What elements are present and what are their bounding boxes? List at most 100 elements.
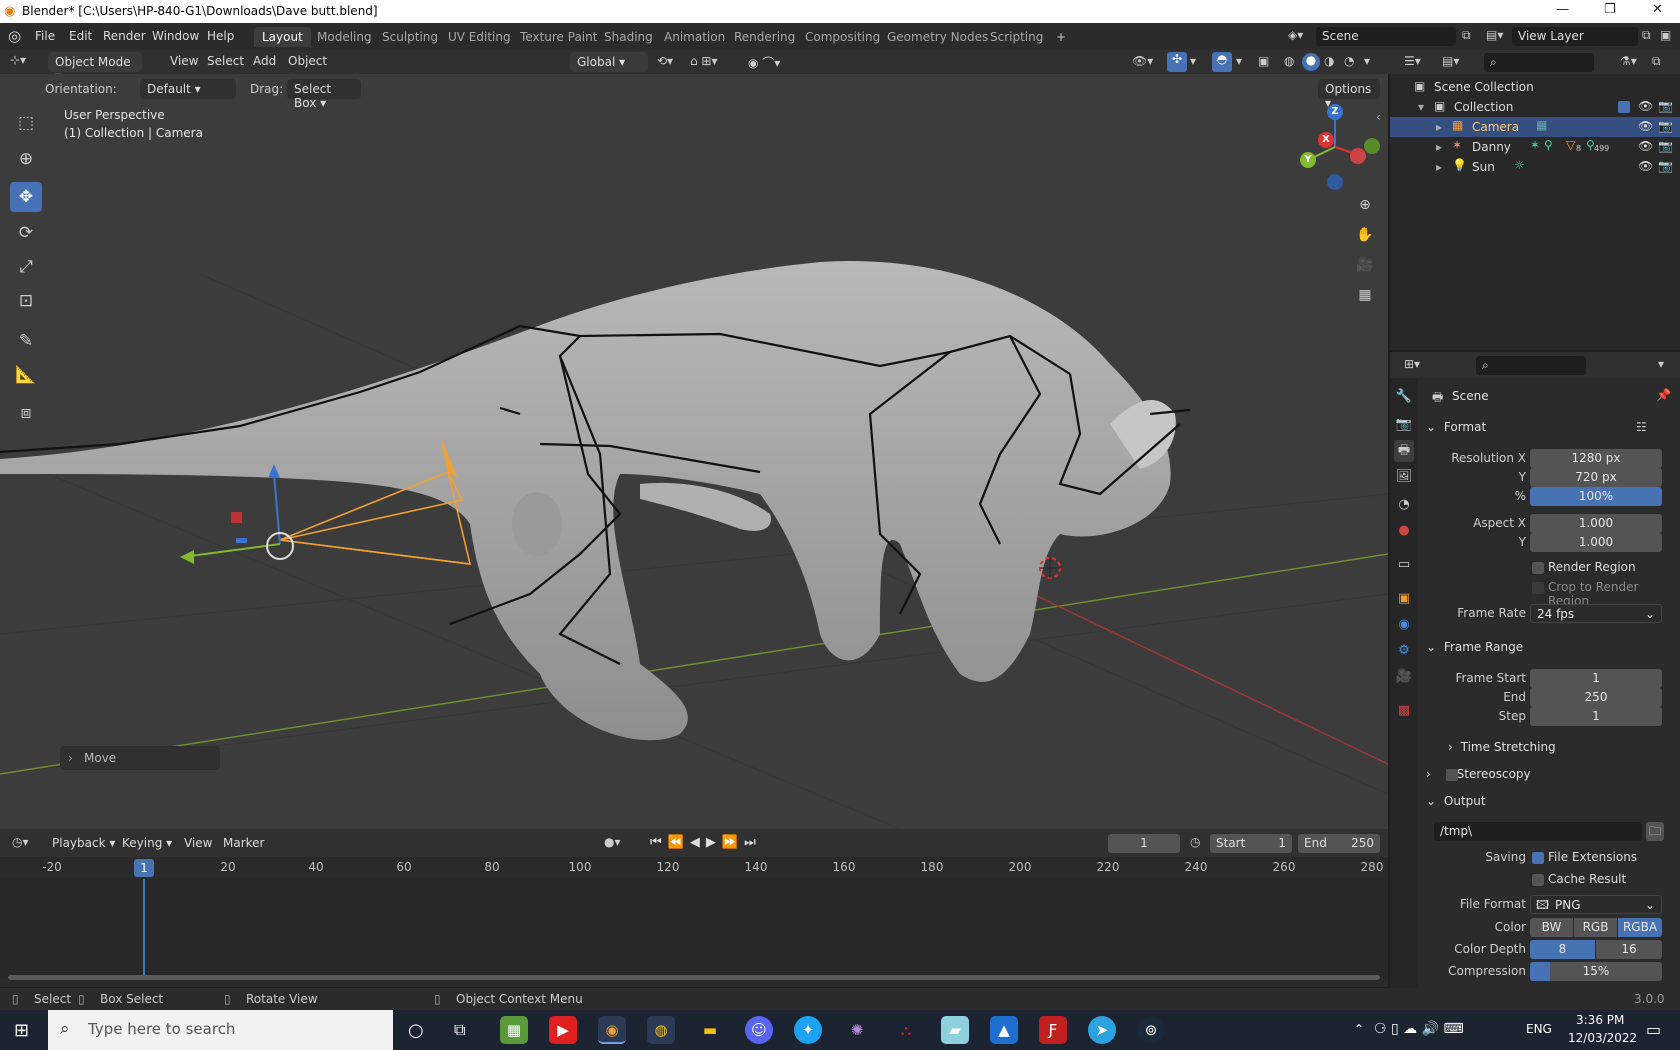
render-camera-icon[interactable]: 📷 <box>1658 139 1673 153</box>
ortho-grid-icon[interactable]: ▦ <box>1352 282 1378 308</box>
object-tab-icon[interactable]: ▣ <box>1394 588 1414 610</box>
scene-new-icon[interactable]: ⧉ <box>1462 28 1471 43</box>
menu-render[interactable]: Render <box>103 29 146 43</box>
constraint-tab-icon[interactable]: ⚙ <box>1394 640 1414 662</box>
properties-editor-icon[interactable]: ⊞▾ <box>1404 357 1420 371</box>
menu-edit[interactable]: Edit <box>69 29 92 43</box>
tab-geometry-nodes[interactable]: Geometry Nodes <box>879 27 996 47</box>
scene-field[interactable]: Scene <box>1316 27 1456 46</box>
timeline-scrollbar[interactable] <box>8 975 1380 980</box>
transform-orientation-dropdown[interactable]: Global ▾ <box>570 52 648 72</box>
playback-controls[interactable]: ⏮⏪◀▶⏩⏭ <box>650 835 762 850</box>
display-mode-icon[interactable]: ▤▾ <box>1442 54 1459 68</box>
wireframe-shading-icon[interactable]: ◍ <box>1284 54 1294 68</box>
collection-checkbox[interactable] <box>1618 101 1630 113</box>
output-panel-header[interactable]: ⌄ Output <box>1426 794 1674 808</box>
mode-dropdown[interactable]: Object Mode ▾ <box>48 52 142 83</box>
menu-window[interactable]: Window <box>152 29 199 43</box>
depth-8-button[interactable]: 8 <box>1530 940 1595 959</box>
render-region-checkbox[interactable] <box>1532 562 1544 574</box>
gizmo-neg-y-axis[interactable] <box>1364 138 1380 154</box>
overlay-dropdown-icon[interactable]: ▾ <box>1236 54 1242 68</box>
output-path-field[interactable]: /tmp\ <box>1434 822 1642 841</box>
eye-icon[interactable]: 👁 <box>1638 139 1653 153</box>
viewlayer-new-icon[interactable]: ⧉ <box>1642 28 1651 43</box>
time-stretching-subpanel[interactable]: › Time Stretching <box>1448 740 1668 754</box>
outliner-row-scene-collection[interactable]: ▣ Scene Collection <box>1390 77 1680 97</box>
photos-icon[interactable]: ▲ <box>990 1016 1018 1044</box>
taskbar-search[interactable]: ⌕ Type here to search <box>48 1010 393 1050</box>
maximize-icon[interactable]: ❐ <box>1604 2 1616 17</box>
clock-date[interactable]: 12/03/2022 <box>1568 1031 1637 1045</box>
playhead-frame[interactable]: 1 <box>134 859 154 877</box>
menu-object[interactable]: Object <box>288 54 327 68</box>
menu-marker[interactable]: Marker <box>223 836 264 850</box>
creature-mesh[interactable] <box>0 260 1176 741</box>
cache-result-checkbox[interactable] <box>1532 874 1544 886</box>
tray-icons[interactable]: ⚆ ▯ ☁ 🔊 ⌨ <box>1374 1021 1464 1037</box>
pan-hand-icon[interactable]: ✋ <box>1352 222 1378 248</box>
end-frame-field[interactable]: End 250 <box>1298 834 1380 853</box>
rotate-tool-icon[interactable]: ⟳ <box>10 218 42 248</box>
menu-timeline-view[interactable]: View <box>184 836 212 850</box>
current-frame-field[interactable]: 1 <box>1108 834 1180 853</box>
notification-icon[interactable]: ▭ <box>1646 1020 1661 1039</box>
outliner-search-field[interactable]: ⌕ <box>1484 53 1594 72</box>
file-format-dropdown[interactable]: 🖾 PNG ⌄ <box>1530 895 1662 914</box>
steam-icon[interactable]: ⊚ <box>1137 1016 1165 1044</box>
crop-checkbox[interactable] <box>1532 582 1544 594</box>
language-indicator[interactable]: ENG <box>1526 1022 1552 1036</box>
tab-animation[interactable]: Animation <box>656 27 733 47</box>
gizmo-neg-x-axis[interactable] <box>1350 148 1366 164</box>
game-icon[interactable]: ⛬ <box>892 1016 920 1044</box>
format-panel-header[interactable]: ⌄ Format ☷ <box>1426 420 1674 434</box>
resolution-y-field[interactable]: 720 px <box>1530 468 1662 487</box>
outliner-row-sun[interactable]: ▸ 💡 Sun ☼ 👁 📷 <box>1390 157 1680 177</box>
editor-type-icon[interactable]: ⊹▾ <box>10 53 26 67</box>
presets-icon[interactable]: ☷ <box>1636 420 1647 434</box>
app-icon[interactable]: ✺ <box>843 1016 871 1044</box>
task-view-icon[interactable]: ⧉ <box>454 1020 465 1040</box>
overlay-toggle-icon[interactable]: ◓ <box>1212 52 1232 72</box>
tool-tab-icon[interactable]: 🔧 <box>1394 386 1414 408</box>
annotate-tool-icon[interactable]: ✎ <box>10 326 42 356</box>
menu-view[interactable]: View <box>170 54 198 68</box>
xray-icon[interactable]: ▣ <box>1258 54 1269 68</box>
blender-menu-icon[interactable]: ◎ <box>8 27 21 45</box>
resolution-percent-field[interactable]: 100% <box>1530 487 1662 506</box>
rendered-shading-icon[interactable]: ◔ <box>1344 54 1354 68</box>
world-tab-icon[interactable]: ● <box>1394 520 1414 542</box>
shading-dropdown-icon[interactable]: ▾ <box>1364 54 1370 68</box>
windows-start-icon[interactable]: ⊞ <box>14 1020 29 1041</box>
solid-shading-icon[interactable]: ● <box>1302 53 1320 71</box>
output-tab-icon[interactable]: 🖶 <box>1394 440 1414 462</box>
expand-arrow-icon[interactable]: ▸ <box>1436 140 1442 154</box>
expand-arrow-icon[interactable]: ▸ <box>1436 160 1442 174</box>
menu-help[interactable]: Help <box>207 29 234 43</box>
gizmo-y-axis[interactable]: Y <box>1300 152 1316 168</box>
navigation-gizmo[interactable]: Z Y X <box>1290 102 1380 192</box>
gizmo-neg-z-axis[interactable] <box>1327 174 1343 190</box>
render-tab-icon[interactable]: 📷 <box>1394 414 1414 436</box>
visibility-icon[interactable]: 👁▾ <box>1132 54 1153 68</box>
pivot-icon[interactable]: ⟲▾ <box>657 54 673 68</box>
file-explorer-icon[interactable]: ▬ <box>696 1016 724 1044</box>
youtube-icon[interactable]: ▶ <box>549 1016 577 1044</box>
tab-scripting[interactable]: Scripting <box>982 27 1051 47</box>
last-operator-panel[interactable]: › Move <box>60 746 220 770</box>
telegram-icon[interactable]: ➤ <box>1088 1016 1116 1044</box>
physics-tab-icon[interactable]: ◉ <box>1394 614 1414 636</box>
tab-layout[interactable]: Layout <box>254 27 311 47</box>
eye-icon[interactable]: 👁 <box>1638 119 1653 133</box>
notes-icon[interactable]: ▰ <box>941 1016 969 1044</box>
camera-view-icon[interactable]: 🎥 <box>1352 252 1378 278</box>
stereoscopy-panel-header[interactable]: › Stereoscopy <box>1426 767 1674 781</box>
filezilla-icon[interactable]: Ƒ <box>1039 1016 1067 1044</box>
menu-playback[interactable]: Playback ▾ <box>52 836 115 850</box>
render-camera-icon[interactable]: 📷 <box>1658 119 1673 133</box>
timeline-ruler[interactable]: -20 20 40 60 80 100 120 140 160 180 200 … <box>0 857 1388 879</box>
add-cube-tool-icon[interactable]: ⧈ <box>10 398 42 428</box>
cortana-icon[interactable]: ○ <box>408 1020 424 1041</box>
frame-range-panel-header[interactable]: ⌄ Frame Range <box>1426 640 1674 654</box>
options-dropdown[interactable]: Options ▾ <box>1318 79 1380 110</box>
